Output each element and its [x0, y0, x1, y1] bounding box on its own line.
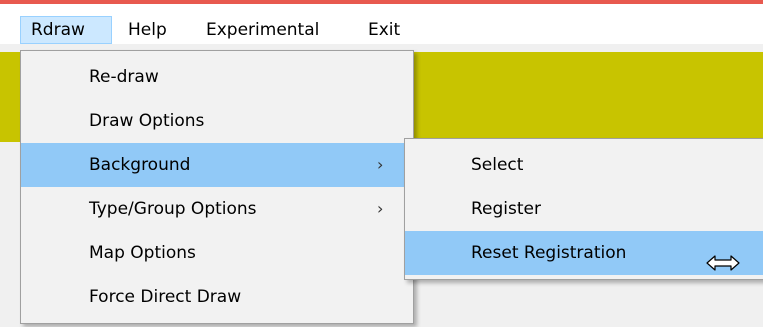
menu-item-force-direct-draw[interactable]: Force Direct Draw — [21, 275, 413, 319]
menu-item-label: Select — [471, 155, 524, 175]
menu-item-label: Type/Group Options — [89, 199, 257, 219]
menu-item-type-group-options[interactable]: Type/Group Options › — [21, 187, 413, 231]
menu-item-redraw[interactable]: Re-draw — [21, 55, 413, 99]
submenu-arrow-icon: › — [377, 199, 384, 218]
menu-bar: Rdraw Help Experimental Exit — [0, 4, 763, 44]
menu-experimental[interactable]: Experimental — [206, 16, 319, 44]
menu-item-label: Background — [89, 155, 191, 175]
menu-item-label: Re-draw — [89, 67, 159, 87]
menu-item-background[interactable]: Background › — [21, 143, 413, 187]
menu-help[interactable]: Help — [128, 16, 167, 44]
menu-item-select[interactable]: Select — [405, 143, 763, 187]
menu-item-label: Draw Options — [89, 111, 205, 131]
menu-item-label: Register — [471, 199, 541, 219]
horizontal-resize-cursor-icon — [706, 255, 740, 271]
menu-item-label: Map Options — [89, 243, 196, 263]
menu-item-map-options[interactable]: Map Options — [21, 231, 413, 275]
menu-item-label: Reset Registration — [471, 243, 627, 263]
menu-item-register[interactable]: Register — [405, 187, 763, 231]
menu-rdraw[interactable]: Rdraw — [20, 16, 112, 44]
submenu-arrow-icon: › — [377, 155, 384, 174]
rdraw-dropdown-menu: Re-draw Draw Options Background › Type/G… — [20, 50, 414, 324]
menu-item-label: Force Direct Draw — [89, 287, 242, 307]
menu-exit[interactable]: Exit — [368, 16, 400, 44]
menu-item-draw-options[interactable]: Draw Options — [21, 99, 413, 143]
